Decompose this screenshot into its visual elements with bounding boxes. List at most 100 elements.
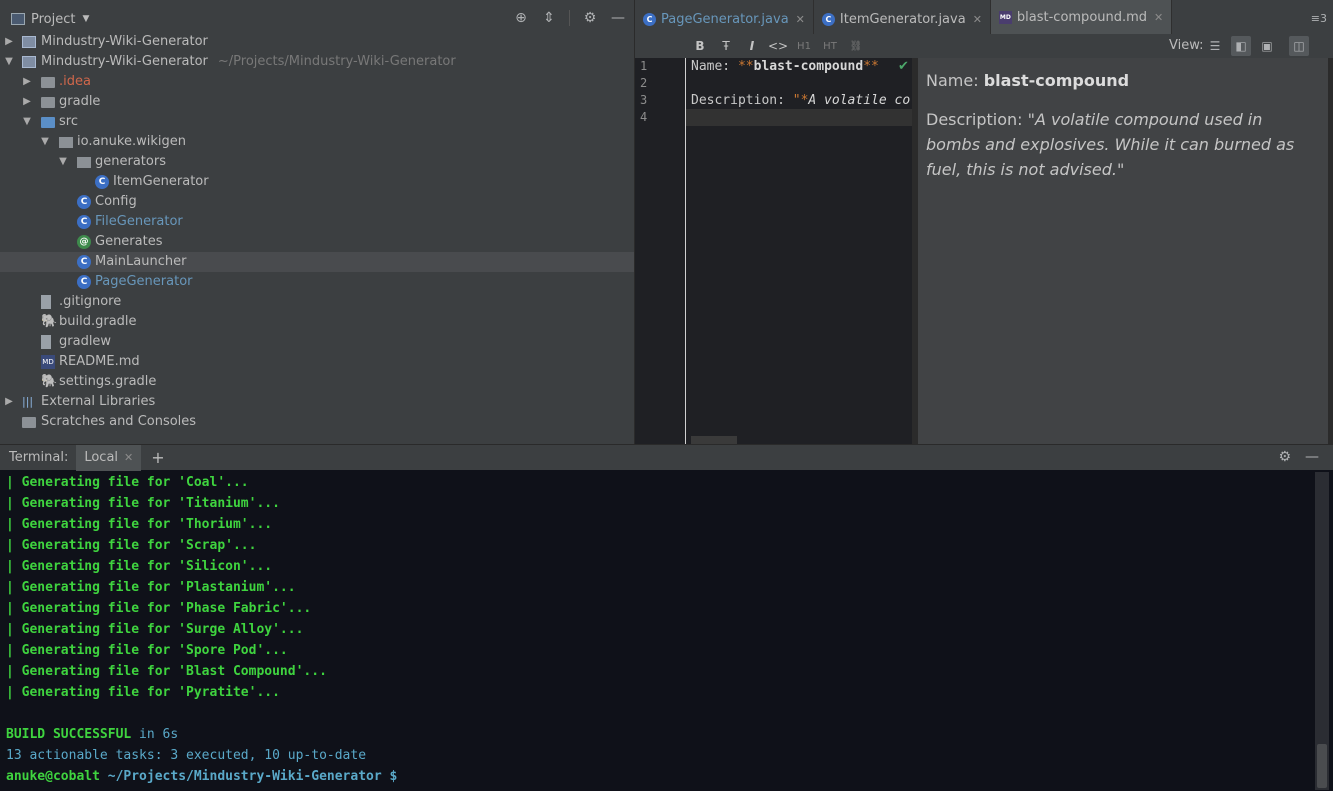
class-icon: C (77, 255, 91, 269)
tree-item-scratches[interactable]: Scratches and Consoles (0, 412, 634, 432)
tabs-overflow-icon[interactable]: ≡3 (1311, 12, 1327, 25)
code-button[interactable]: <> (765, 39, 791, 53)
layout-toggle-icon[interactable]: ◫ (1289, 36, 1309, 56)
minimize-icon[interactable]: — (1305, 449, 1319, 465)
terminal-title: Terminal: (9, 450, 69, 465)
annotation-icon: @ (77, 235, 91, 249)
close-icon[interactable]: ✕ (973, 13, 982, 26)
tree-item-filegenerator[interactable]: C FileGenerator (0, 212, 634, 232)
tree-item-label: gradle (59, 94, 101, 109)
header-down-button[interactable]: HT (817, 41, 843, 52)
tree-item-package[interactable]: ▼ io.anuke.wikigen (0, 132, 634, 152)
tree-item-label: MainLauncher (95, 254, 187, 269)
add-terminal-icon[interactable]: + (151, 448, 164, 467)
tab-blast-compound[interactable]: MD blast-compound.md ✕ (990, 0, 1173, 38)
tree-item-gradlew[interactable]: gradlew (0, 332, 634, 352)
tree-item-build-gradle[interactable]: 🐘 build.gradle (0, 312, 634, 332)
project-panel: Project ▼ ⊕ ⇕ ⚙ — ▶ Mindustry-Wiki-Gener… (0, 0, 634, 444)
tree-item-label: Mindustry-Wiki-Generator (41, 34, 208, 49)
terminal-line: | Generating file for 'Scrap'... (6, 538, 257, 553)
gradle-icon: 🐘 (41, 314, 58, 329)
chevron-right-icon[interactable]: ▶ (22, 72, 32, 92)
tree-item-itemgenerator[interactable]: C ItemGenerator (0, 172, 634, 192)
collapse-all-icon[interactable]: ⇕ (541, 10, 557, 26)
chevron-right-icon[interactable]: ▶ (22, 92, 32, 112)
class-icon: C (77, 195, 91, 209)
code-editor[interactable]: 1 2 3 4 Name: **blast-compound** Descrip… (635, 58, 912, 444)
link-button[interactable]: ⛓ (843, 41, 869, 52)
tab-pagegenerator[interactable]: C PageGenerator.java ✕ (635, 0, 814, 38)
gear-icon[interactable]: ⚙ (582, 10, 598, 26)
class-icon: C (821, 12, 835, 26)
tree-item-gitignore[interactable]: .gitignore (0, 292, 634, 312)
tree-item-external-libraries[interactable]: ▶ ||| External Libraries (0, 392, 634, 412)
preview-description-paragraph: Description: "A volatile compound used i… (926, 110, 1295, 179)
chevron-right-icon[interactable]: ▶ (4, 32, 14, 52)
tree-item-readme[interactable]: MD README.md (0, 352, 634, 372)
tasks-summary: 13 actionable tasks: 3 executed, 10 up-t… (6, 748, 367, 763)
close-icon[interactable]: ✕ (124, 451, 133, 464)
terminal-line: | Generating file for 'Titanium'... (6, 496, 280, 511)
italic-button[interactable]: I (739, 39, 765, 53)
tree-item-settings-gradle[interactable]: 🐘 settings.gradle (0, 372, 634, 392)
prompt-path: ~/Projects/Mindustry-Wiki-Generator (99, 769, 382, 784)
preview-only-icon[interactable]: ▣ (1257, 36, 1277, 56)
horizontal-scrollbar[interactable] (691, 436, 737, 444)
editor-tabs: C PageGenerator.java ✕ C ItemGenerator.j… (635, 0, 1333, 38)
minimize-icon[interactable]: — (610, 10, 626, 26)
header-up-button[interactable]: H1 (791, 41, 817, 52)
tree-item-label: settings.gradle (59, 374, 157, 389)
terminal-line: | Generating file for 'Plastanium'... (6, 580, 296, 595)
line-number: 4 (640, 110, 648, 124)
package-icon (77, 157, 91, 168)
chevron-down-icon[interactable]: ▼ (82, 14, 89, 24)
bold-button[interactable]: B (687, 39, 713, 53)
locate-target-icon[interactable]: ⊕ (513, 10, 529, 26)
module-icon (22, 56, 36, 68)
preview-scrollbar[interactable] (1328, 58, 1333, 444)
chevron-right-icon[interactable]: ▶ (4, 392, 14, 412)
tree-item-idea-folder[interactable]: ▶ .idea (0, 72, 634, 92)
chevron-down-icon[interactable]: ▼ (40, 132, 50, 152)
strikethrough-button[interactable]: Ŧ (713, 39, 739, 53)
tree-item-src-folder[interactable]: ▼ src (0, 112, 634, 132)
tree-item-module-root[interactable]: ▼ Mindustry-Wiki-Generator ~/Projects/Min… (0, 52, 634, 72)
class-icon: C (95, 175, 109, 189)
terminal-header: Terminal: Local ✕ + ⚙ — (0, 444, 1333, 471)
terminal-output[interactable]: | Generating file for 'Coal'... | Genera… (6, 472, 1313, 787)
terminal-line: | Generating file for 'Thorium'... (6, 517, 273, 532)
tree-item-generates[interactable]: @ Generates (0, 232, 634, 252)
tree-item-mainlauncher[interactable]: C MainLauncher (0, 252, 634, 272)
tree-item-pagegenerator[interactable]: C PageGenerator (0, 272, 634, 292)
tree-item-label: FileGenerator (95, 214, 183, 229)
gear-icon[interactable]: ⚙ (1278, 449, 1291, 465)
tree-item-label: gradlew (59, 334, 112, 349)
markdown-file-icon: MD (41, 355, 55, 369)
terminal-line: | Generating file for 'Phase Fabric'... (6, 601, 312, 616)
tree-item-module[interactable]: ▶ Mindustry-Wiki-Generator (0, 32, 634, 52)
tab-itemgenerator[interactable]: C ItemGenerator.java ✕ (814, 0, 991, 38)
build-status: BUILD SUCCESSFUL (6, 727, 132, 742)
chevron-down-icon[interactable]: ▼ (22, 112, 32, 132)
split-view-icon[interactable]: ◧ (1231, 36, 1251, 56)
class-icon: C (77, 215, 91, 229)
code-line: Name: **blast-compound** (691, 59, 879, 74)
project-view-selector[interactable]: Project (31, 12, 75, 27)
chevron-down-icon[interactable]: ▼ (58, 152, 68, 172)
tab-label: ItemGenerator.java (839, 11, 966, 27)
terminal-scrollbar-thumb[interactable] (1317, 744, 1327, 788)
markdown-file-icon: MD (998, 11, 1012, 24)
tree-item-generators-package[interactable]: ▼ generators (0, 152, 634, 172)
shell-prompt: anuke@cobalt ~/Projects/Mindustry-Wiki-G… (6, 766, 1313, 787)
terminal-line: | Generating file for 'Surge Alloy'... (6, 622, 304, 637)
editor-area: C PageGenerator.java ✕ C ItemGenerator.j… (635, 0, 1333, 444)
terminal-tab-local[interactable]: Local ✕ (76, 444, 142, 471)
close-icon[interactable]: ✕ (796, 13, 805, 26)
chevron-down-icon[interactable]: ▼ (4, 52, 14, 72)
tree-item-gradle-folder[interactable]: ▶ gradle (0, 92, 634, 112)
editor-only-icon[interactable]: ☰ (1205, 36, 1225, 56)
close-icon[interactable]: ✕ (1154, 11, 1163, 24)
tree-item-config[interactable]: C Config (0, 192, 634, 212)
markdown-preview: Name: blast-compound Description: "A vol… (918, 58, 1328, 444)
